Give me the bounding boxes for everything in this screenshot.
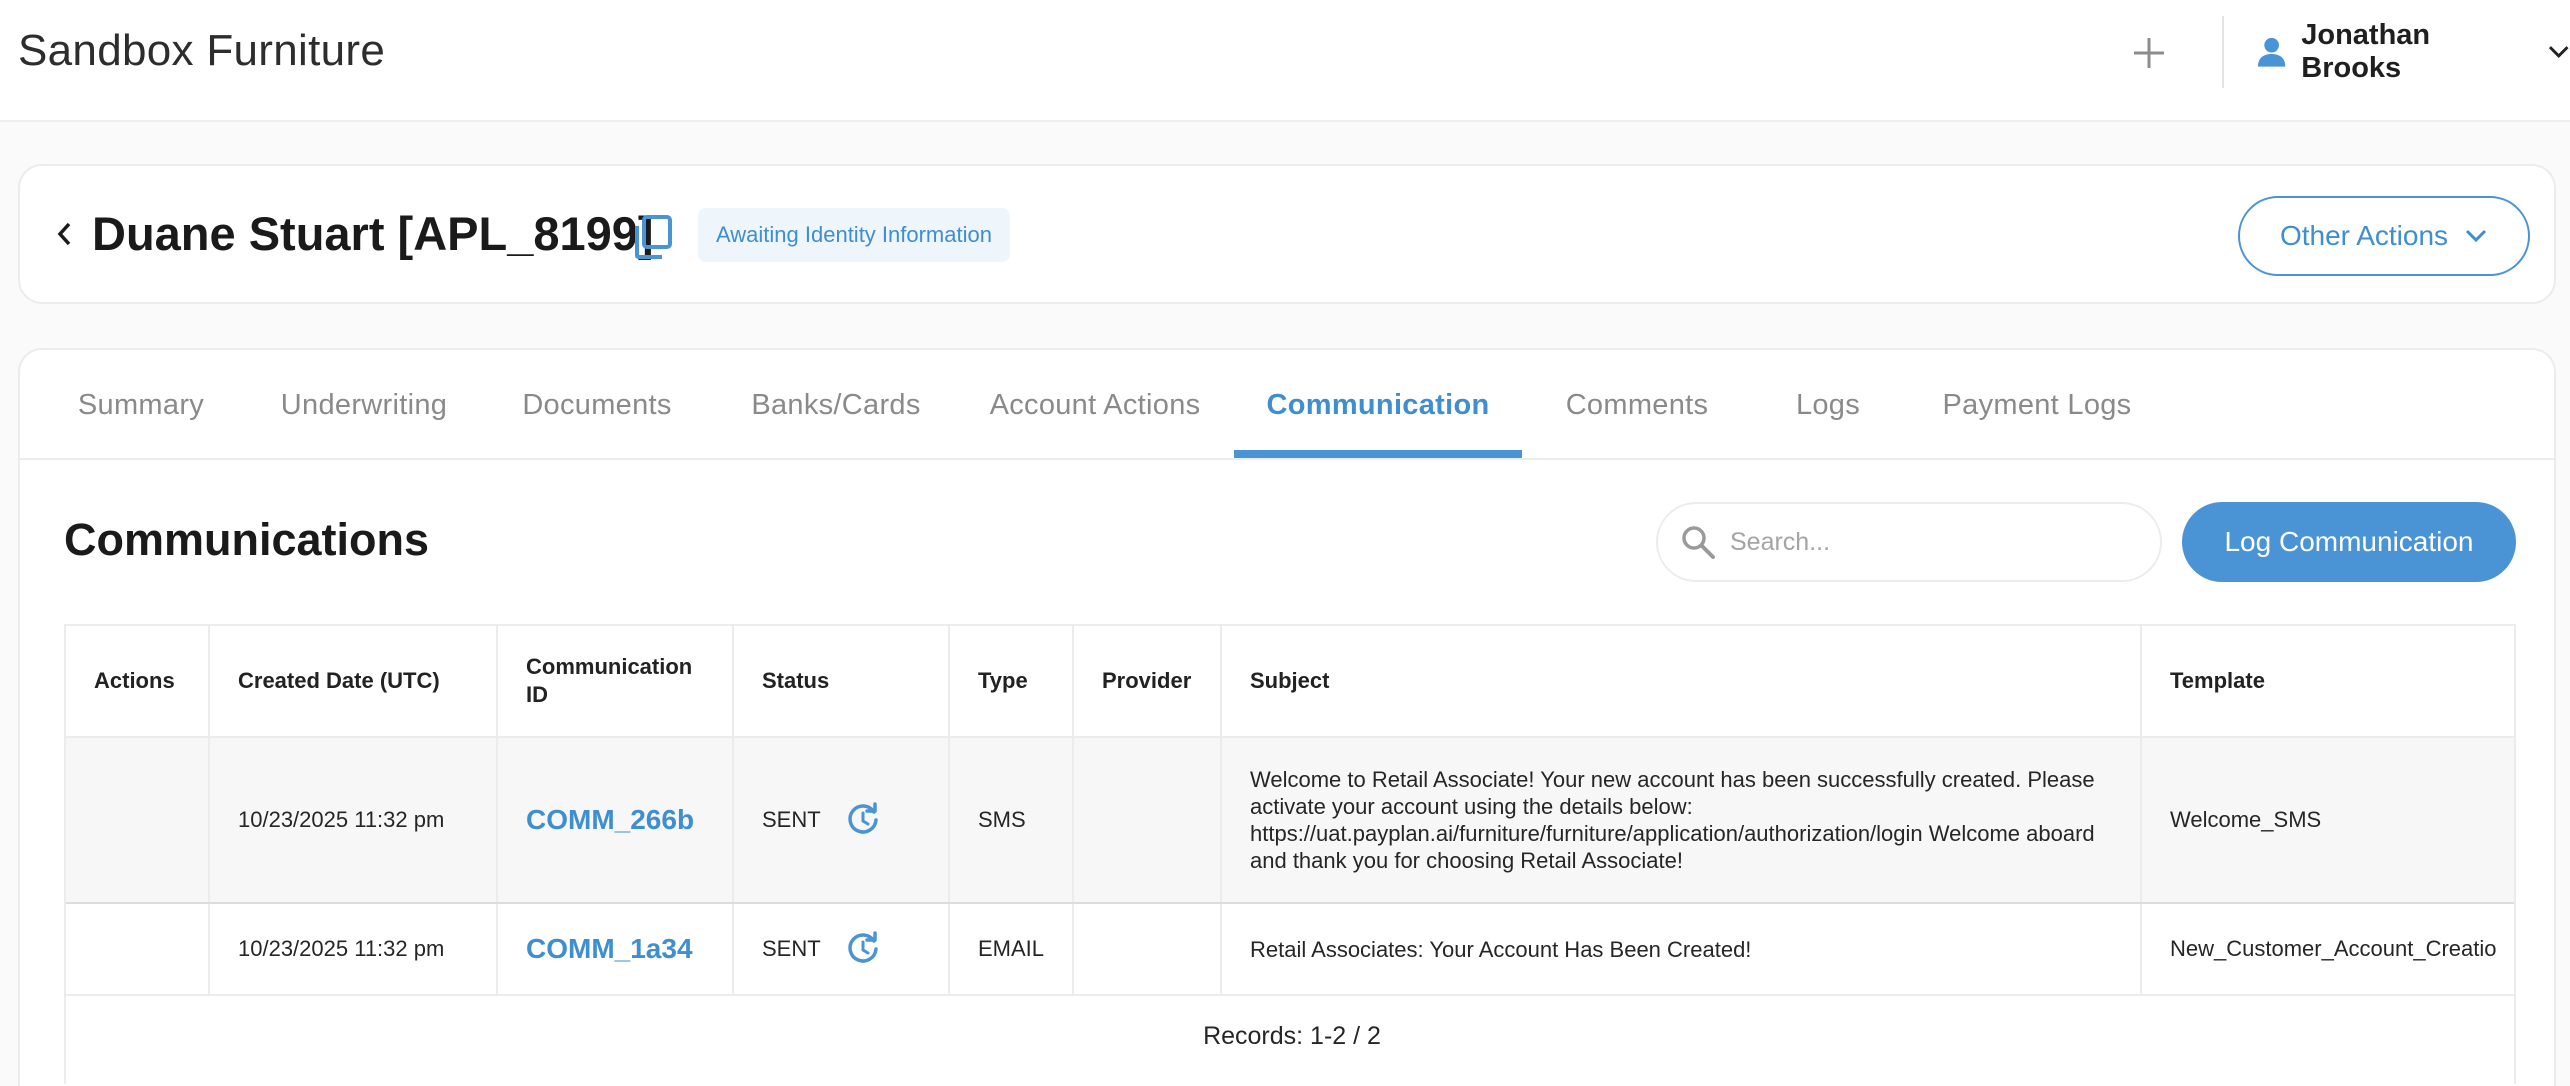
search-input[interactable]	[1730, 527, 2130, 557]
template-cell: Welcome_SMS	[2170, 807, 2322, 832]
created-date-cell: 10/23/2025 11:32 pm	[210, 738, 498, 902]
tab-banks-cards[interactable]: Banks/Cards	[716, 350, 956, 460]
provider-cell	[1074, 904, 1222, 994]
communications-table: Actions Created Date (UTC) Communication…	[64, 624, 2516, 1084]
provider-cell	[1074, 738, 1222, 902]
user-icon	[2257, 37, 2286, 67]
resend-button[interactable]	[845, 931, 881, 967]
resend-icon	[848, 802, 878, 834]
search-box[interactable]	[1656, 502, 2162, 582]
user-name: Jonathan Brooks	[2301, 19, 2431, 84]
log-communication-button[interactable]: Log Communication	[2182, 502, 2516, 582]
app-title: Sandbox Furniture	[18, 26, 386, 75]
type-cell: SMS	[950, 738, 1074, 902]
active-tab-indicator	[1234, 450, 1522, 458]
user-menu[interactable]: Jonathan Brooks	[2256, 19, 2570, 84]
tab-underwriting[interactable]: Underwriting	[250, 350, 478, 460]
column-header-subject[interactable]: Subject	[1222, 626, 2142, 736]
subject-text: Welcome to Retail Associate! Your new ac…	[1250, 767, 2095, 873]
chevron-down-icon	[2465, 229, 2487, 243]
column-header-type[interactable]: Type	[950, 626, 1074, 736]
chevron-left-icon	[57, 222, 71, 246]
back-button[interactable]	[42, 212, 86, 256]
column-header-provider[interactable]: Provider	[1074, 626, 1222, 736]
other-actions-button[interactable]: Other Actions	[2238, 196, 2530, 276]
add-button[interactable]	[2124, 28, 2174, 78]
status-cell: SENT	[734, 904, 950, 994]
applicant-header-card: Duane Stuart [APL_8199] Awaiting Identit…	[18, 164, 2556, 304]
resend-icon	[848, 931, 878, 963]
tab-logs[interactable]: Logs	[1752, 350, 1904, 460]
communication-id-cell: COMM_1a34	[498, 904, 734, 994]
subject-cell: Retail Associates: Your Account Has Been…	[1222, 904, 2142, 994]
template-cell: New_Customer_Account_Creatio	[2170, 936, 2497, 961]
communication-id-cell: COMM_266b	[498, 738, 734, 902]
main-card: Summary Underwriting Documents Banks/Car…	[18, 348, 2556, 1086]
copy-button[interactable]	[632, 214, 674, 260]
search-icon	[1682, 526, 1715, 559]
applicant-title: Duane Stuart [APL_8199]	[92, 207, 654, 260]
communication-id-link[interactable]: COMM_1a34	[526, 933, 693, 965]
tab-communication[interactable]: Communication	[1234, 350, 1522, 460]
column-header-actions[interactable]: Actions	[66, 626, 210, 736]
top-bar: Sandbox Furniture Jonathan Brooks	[0, 0, 2570, 122]
status-text: SENT	[762, 936, 821, 961]
topbar-divider	[2222, 16, 2224, 88]
table-row: 10/23/2025 11:32 pm COMM_266b SENT SMS W…	[66, 738, 2514, 904]
status-badge: Awaiting Identity Information	[698, 208, 1010, 262]
other-actions-label: Other Actions	[2279, 220, 2449, 251]
plus-icon	[2134, 38, 2164, 68]
column-header-communication-id[interactable]: Communication ID	[498, 626, 734, 736]
tab-comments[interactable]: Comments	[1526, 350, 1748, 460]
communication-id-link[interactable]: COMM_266b	[526, 804, 694, 836]
tab-summary[interactable]: Summary	[38, 350, 244, 460]
subject-text: Retail Associates: Your Account Has Been…	[1250, 936, 1752, 962]
section-title: Communications	[64, 514, 430, 565]
records-count: Records: 1-2 / 2	[1203, 1022, 1381, 1050]
type-cell: EMAIL	[950, 904, 1074, 994]
column-header-created-date[interactable]: Created Date (UTC)	[210, 626, 498, 736]
table-row: 10/23/2025 11:32 pm COMM_1a34 SENT EMAIL…	[66, 904, 2514, 996]
resend-button[interactable]	[845, 802, 881, 838]
subject-cell: Welcome to Retail Associate! Your new ac…	[1222, 738, 2142, 902]
column-header-status[interactable]: Status	[734, 626, 950, 736]
table-header-row: Actions Created Date (UTC) Communication…	[66, 626, 2514, 738]
status-text: SENT	[762, 807, 821, 832]
copy-icon	[635, 215, 672, 259]
tab-account-actions[interactable]: Account Actions	[960, 350, 1230, 460]
tab-payment-logs[interactable]: Payment Logs	[1908, 350, 2166, 460]
chevron-down-icon	[2548, 46, 2569, 58]
row-actions-cell	[66, 904, 210, 994]
status-cell: SENT	[734, 738, 950, 902]
tab-bar: Summary Underwriting Documents Banks/Car…	[20, 350, 2554, 460]
created-date-cell: 10/23/2025 11:32 pm	[210, 904, 498, 994]
tab-documents[interactable]: Documents	[482, 350, 712, 460]
row-actions-cell	[66, 738, 210, 902]
column-header-template[interactable]: Template	[2142, 626, 2514, 736]
